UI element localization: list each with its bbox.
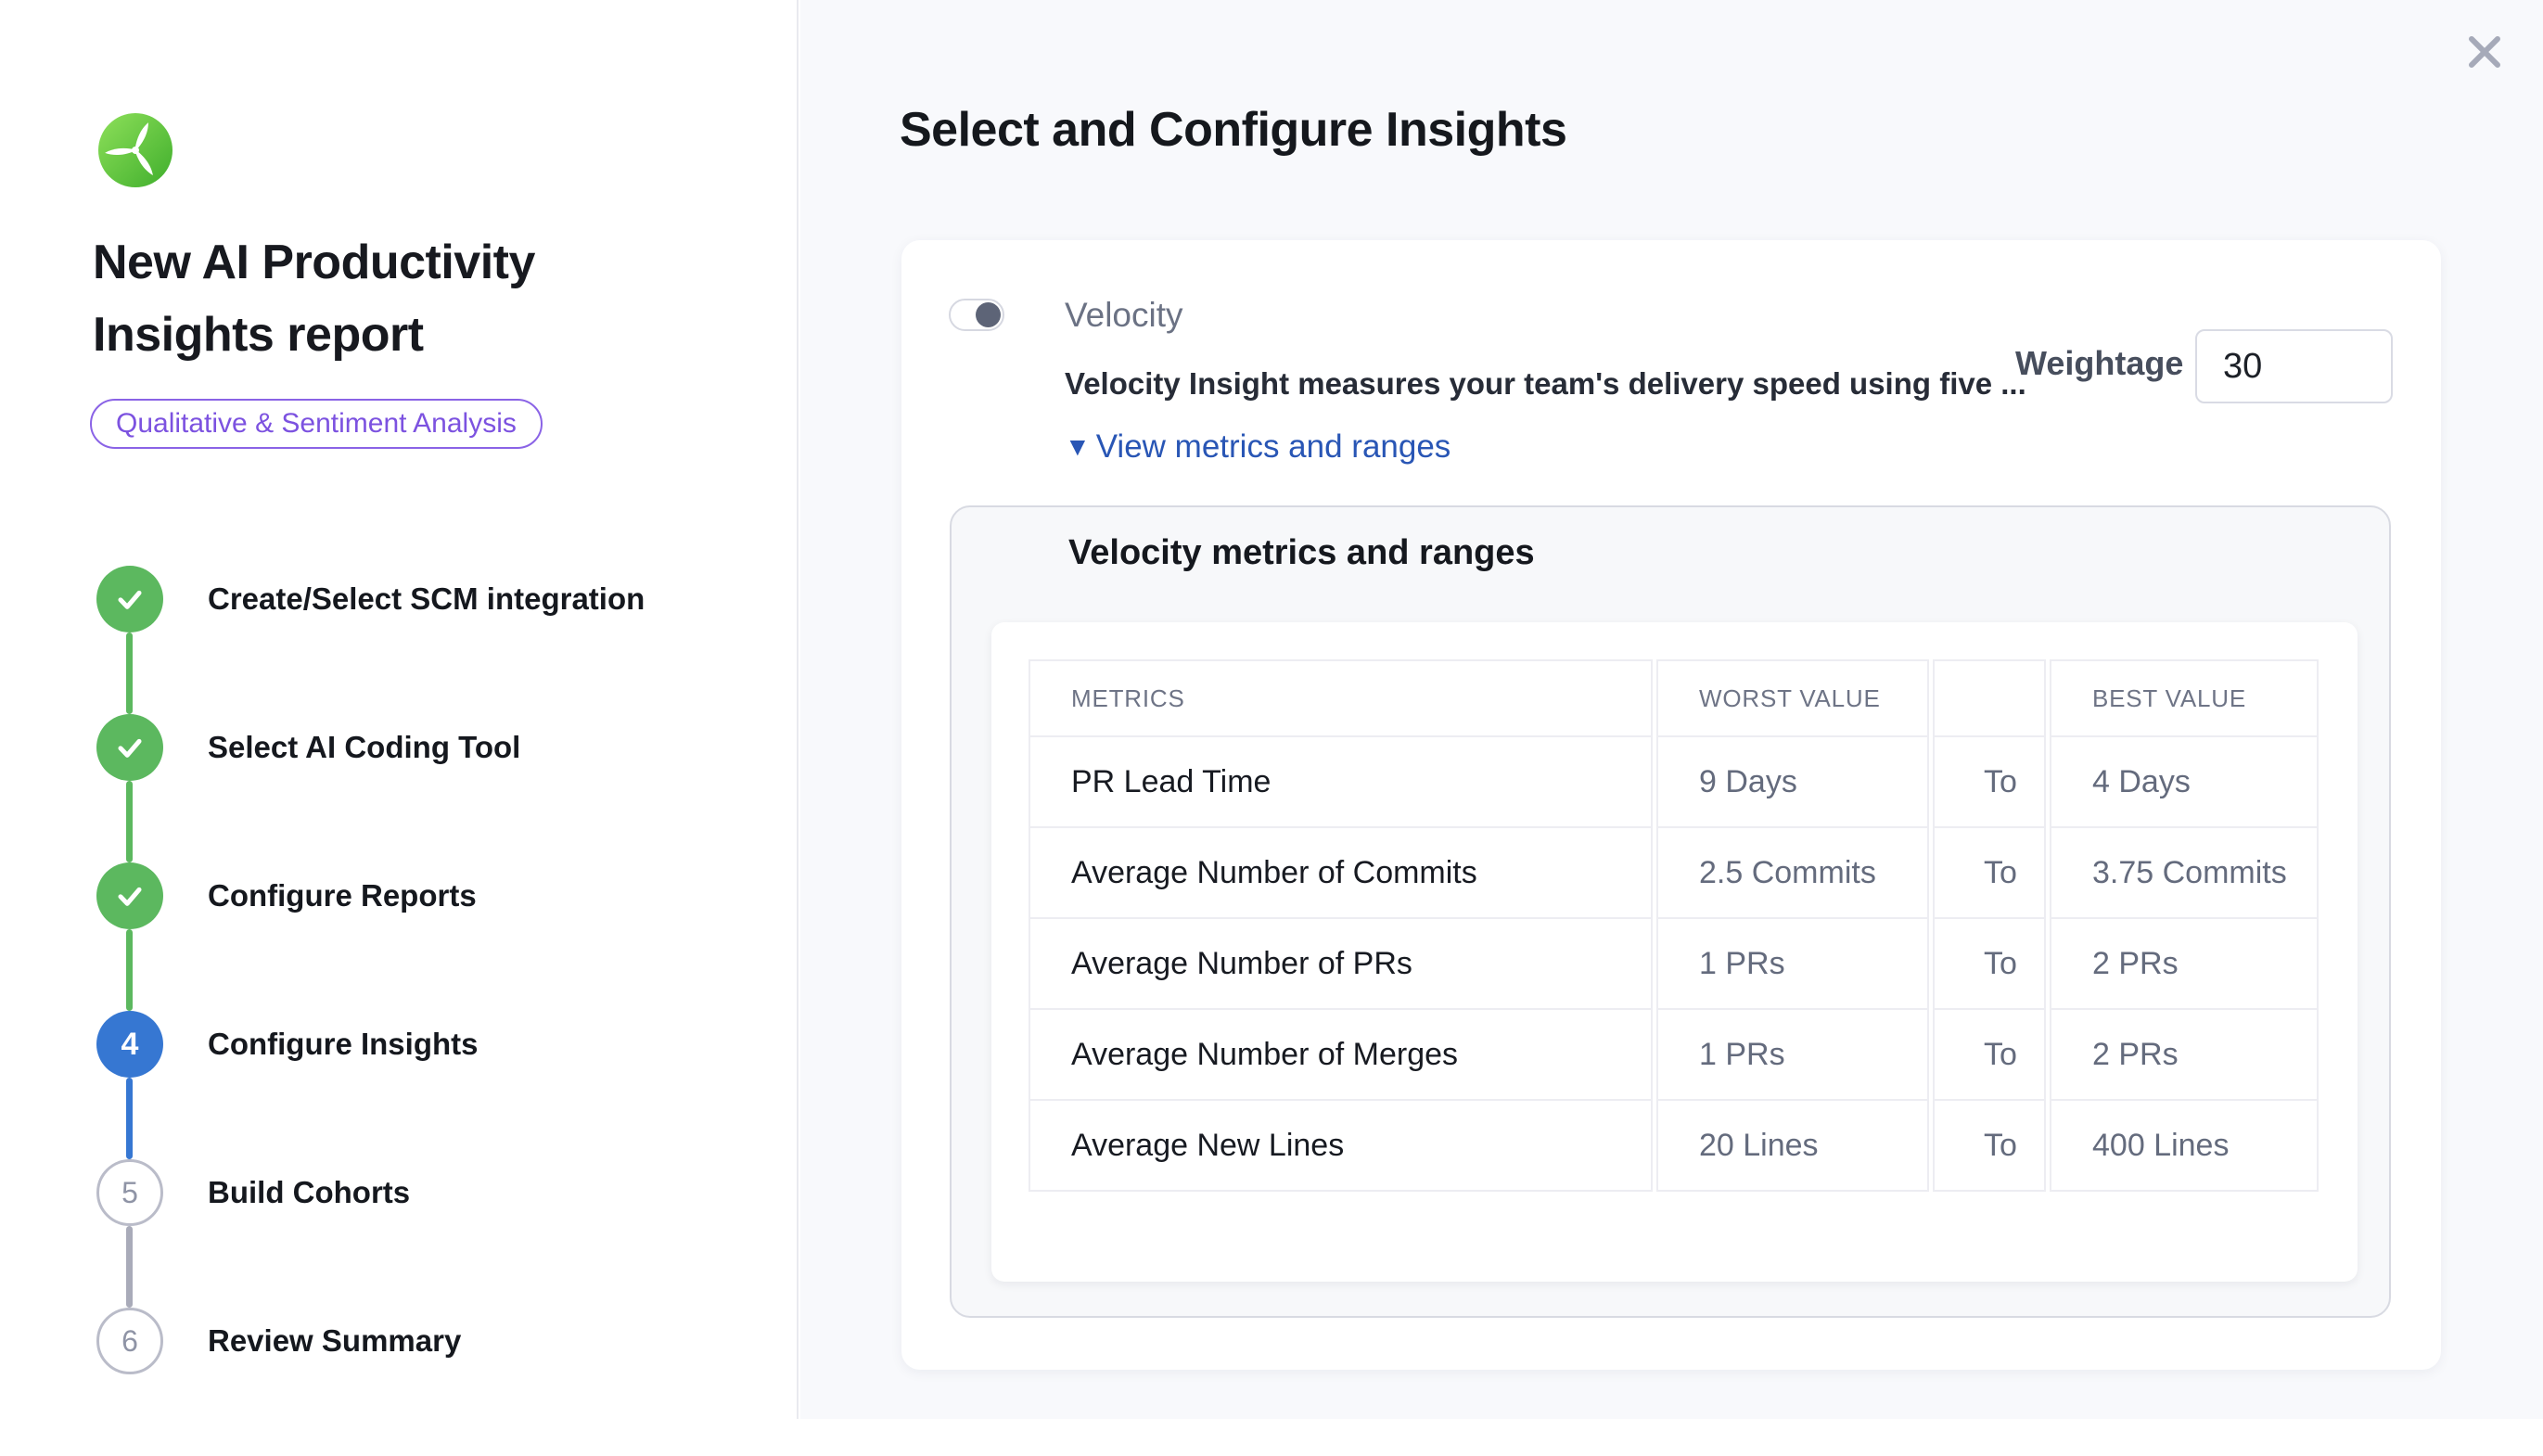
step-item-6[interactable]: 6 Review Summary: [96, 1308, 746, 1456]
table-row: Average Number of Commits2.5 CommitsTo3.…: [1029, 828, 2319, 919]
step-check-circle: [96, 714, 163, 781]
step-number-circle: 5: [96, 1159, 163, 1226]
best-value-cell: 400 Lines: [2050, 1101, 2319, 1192]
metrics-section: Velocity metrics and ranges METRICSWORST…: [950, 505, 2391, 1318]
view-metrics-label: View metrics and ranges: [1096, 426, 1451, 468]
metric-name-cell: Average New Lines: [1029, 1101, 1653, 1192]
best-value-cell: 3.75 Commits: [2050, 828, 2319, 919]
col-header-to: [1933, 659, 2046, 737]
step-number-circle: 4: [96, 1011, 163, 1078]
step-connector: [126, 781, 133, 862]
step-connector: [126, 632, 133, 714]
metrics-section-title: Velocity metrics and ranges: [1068, 533, 1535, 573]
report-type-badge: Qualitative & Sentiment Analysis: [90, 399, 543, 449]
to-cell: To: [1933, 828, 2046, 919]
step-item-2[interactable]: Select AI Coding Tool: [96, 714, 746, 862]
insights-card: Velocity Velocity Insight measures your …: [901, 240, 2441, 1370]
step-label: Review Summary: [208, 1308, 461, 1374]
to-cell: To: [1933, 1010, 2046, 1101]
close-icon[interactable]: [2460, 28, 2509, 76]
step-label: Configure Insights: [208, 1011, 479, 1078]
dialog-title: Select and Configure Insights: [900, 102, 1566, 158]
app-logo-icon: [98, 113, 173, 187]
step-label: Select AI Coding Tool: [208, 714, 520, 781]
to-cell: To: [1933, 737, 2046, 828]
step-connector: [126, 929, 133, 1011]
check-icon: [111, 581, 148, 618]
step-check-circle: [96, 862, 163, 929]
step-connector: [126, 1078, 133, 1159]
step-number: 4: [121, 1027, 139, 1063]
table-row: Average Number of Merges1 PRsTo2 PRs: [1029, 1010, 2319, 1101]
insight-description: Velocity Insight measures your team's de…: [1065, 366, 2011, 402]
table-row: Average Number of PRs1 PRsTo2 PRs: [1029, 919, 2319, 1010]
step-connector: [126, 1226, 133, 1308]
metrics-table: METRICSWORST VALUE BEST VALUE PR Lead Tim…: [1025, 659, 2322, 1192]
velocity-toggle[interactable]: [949, 299, 1004, 331]
step-item-4[interactable]: 4 Configure Insights: [96, 1011, 746, 1159]
best-value-cell: 2 PRs: [2050, 1010, 2319, 1101]
best-value-cell: 2 PRs: [2050, 919, 2319, 1010]
toggle-knob: [976, 302, 1001, 327]
step-label: Create/Select SCM integration: [208, 566, 645, 632]
weightage-label: Weightage: [2015, 344, 2183, 383]
weightage-input[interactable]: [2195, 329, 2393, 403]
step-number: 6: [121, 1324, 138, 1359]
worst-value-cell: 20 Lines: [1656, 1101, 1929, 1192]
table-row: PR Lead Time9 DaysTo4 Days: [1029, 737, 2319, 828]
to-cell: To: [1933, 919, 2046, 1010]
step-item-5[interactable]: 5 Build Cohorts: [96, 1159, 746, 1308]
step-label: Build Cohorts: [208, 1159, 410, 1226]
to-cell: To: [1933, 1101, 2046, 1192]
step-item-3[interactable]: Configure Reports: [96, 862, 746, 1011]
insight-name: Velocity: [1065, 296, 1183, 335]
table-row: Average New Lines20 LinesTo400 Lines: [1029, 1101, 2319, 1192]
step-check-circle: [96, 566, 163, 632]
worst-value-cell: 2.5 Commits: [1656, 828, 1929, 919]
step-label: Configure Reports: [208, 862, 477, 929]
metric-name-cell: Average Number of Merges: [1029, 1010, 1653, 1101]
report-title: New AI Productivity Insights report: [93, 226, 686, 371]
best-value-cell: 4 Days: [2050, 737, 2319, 828]
sidebar: New AI Productivity Insights report Qual…: [0, 0, 799, 1419]
worst-value-cell: 1 PRs: [1656, 919, 1929, 1010]
metrics-table-card: METRICSWORST VALUE BEST VALUE PR Lead Tim…: [991, 622, 2358, 1282]
metric-name-cell: Average Number of Commits: [1029, 828, 1653, 919]
worst-value-cell: 1 PRs: [1656, 1010, 1929, 1101]
metric-name-cell: Average Number of PRs: [1029, 919, 1653, 1010]
check-icon: [111, 877, 148, 914]
step-number-circle: 6: [96, 1308, 163, 1374]
metric-name-cell: PR Lead Time: [1029, 737, 1653, 828]
main-panel: Select and Configure Insights Velocity V…: [800, 0, 2543, 1419]
view-metrics-link[interactable]: ▼ View metrics and ranges: [1065, 426, 1450, 468]
worst-value-cell: 9 Days: [1656, 737, 1929, 828]
step-number: 5: [121, 1176, 138, 1210]
caret-down-icon: ▼: [1065, 426, 1091, 468]
col-header-metrics: METRICS: [1029, 659, 1653, 737]
col-header-best-value: BEST VALUE: [2050, 659, 2319, 737]
col-header-worst-value: WORST VALUE: [1656, 659, 1929, 737]
step-item-1[interactable]: Create/Select SCM integration: [96, 566, 746, 714]
check-icon: [111, 729, 148, 766]
